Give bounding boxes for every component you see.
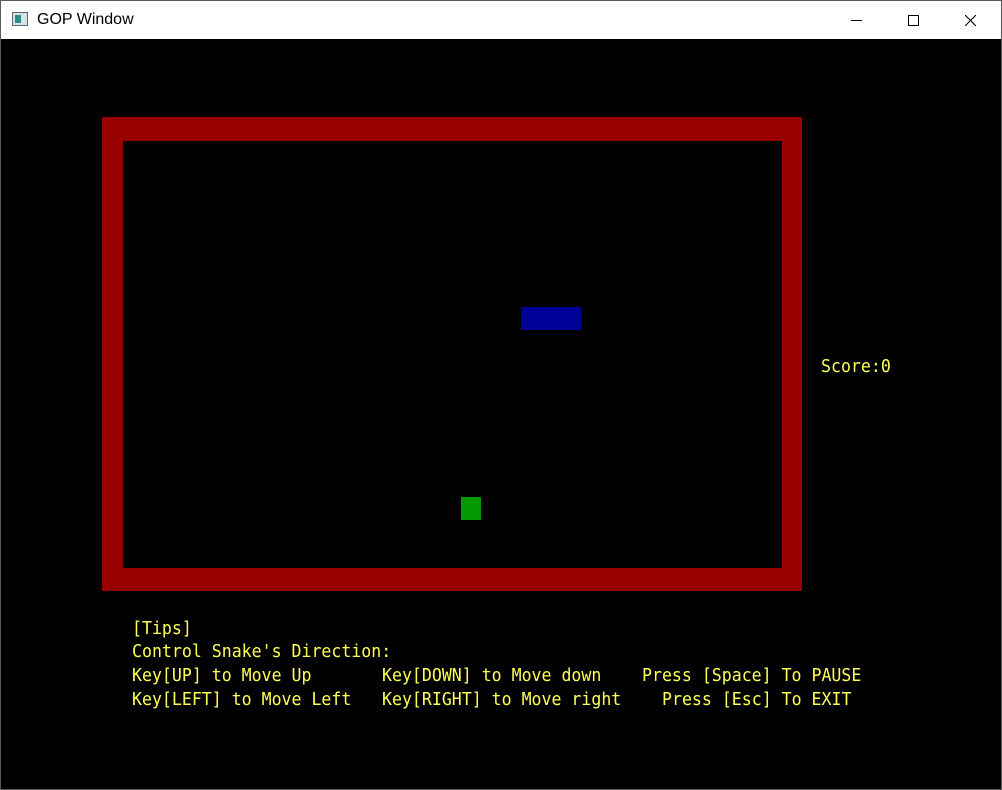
- tip-pause: Press [Space] To PAUSE: [642, 665, 862, 686]
- maximize-button[interactable]: [890, 1, 936, 39]
- tip-exit: Press [Esc] To EXIT: [662, 689, 852, 710]
- playfield-border: [102, 117, 802, 591]
- app-window: GOP Window Score:0 [Tips] Control Snake'…: [0, 0, 1002, 790]
- minimize-button[interactable]: [833, 1, 879, 39]
- tip-move-right: Key[RIGHT] to Move right: [382, 689, 622, 710]
- close-icon: [965, 15, 976, 26]
- maximize-icon: [908, 15, 919, 26]
- app-window-icon: [12, 12, 28, 26]
- tip-move-down: Key[DOWN] to Move down: [382, 665, 602, 686]
- playfield: [123, 141, 782, 568]
- game-canvas[interactable]: Score:0 [Tips] Control Snake's Direction…: [1, 39, 1001, 789]
- food: [461, 497, 481, 520]
- tips-header: [Tips]: [132, 618, 192, 639]
- window-title: GOP Window: [37, 11, 134, 28]
- close-button[interactable]: [947, 1, 993, 39]
- tip-move-left: Key[LEFT] to Move Left: [132, 689, 352, 710]
- score-display: Score:0: [821, 356, 891, 377]
- tip-move-up: Key[UP] to Move Up: [132, 665, 312, 686]
- snake: [521, 307, 581, 330]
- title-bar[interactable]: GOP Window: [1, 1, 1001, 39]
- minimize-icon: [851, 20, 862, 21]
- tips-subtitle: Control Snake's Direction:: [132, 641, 392, 662]
